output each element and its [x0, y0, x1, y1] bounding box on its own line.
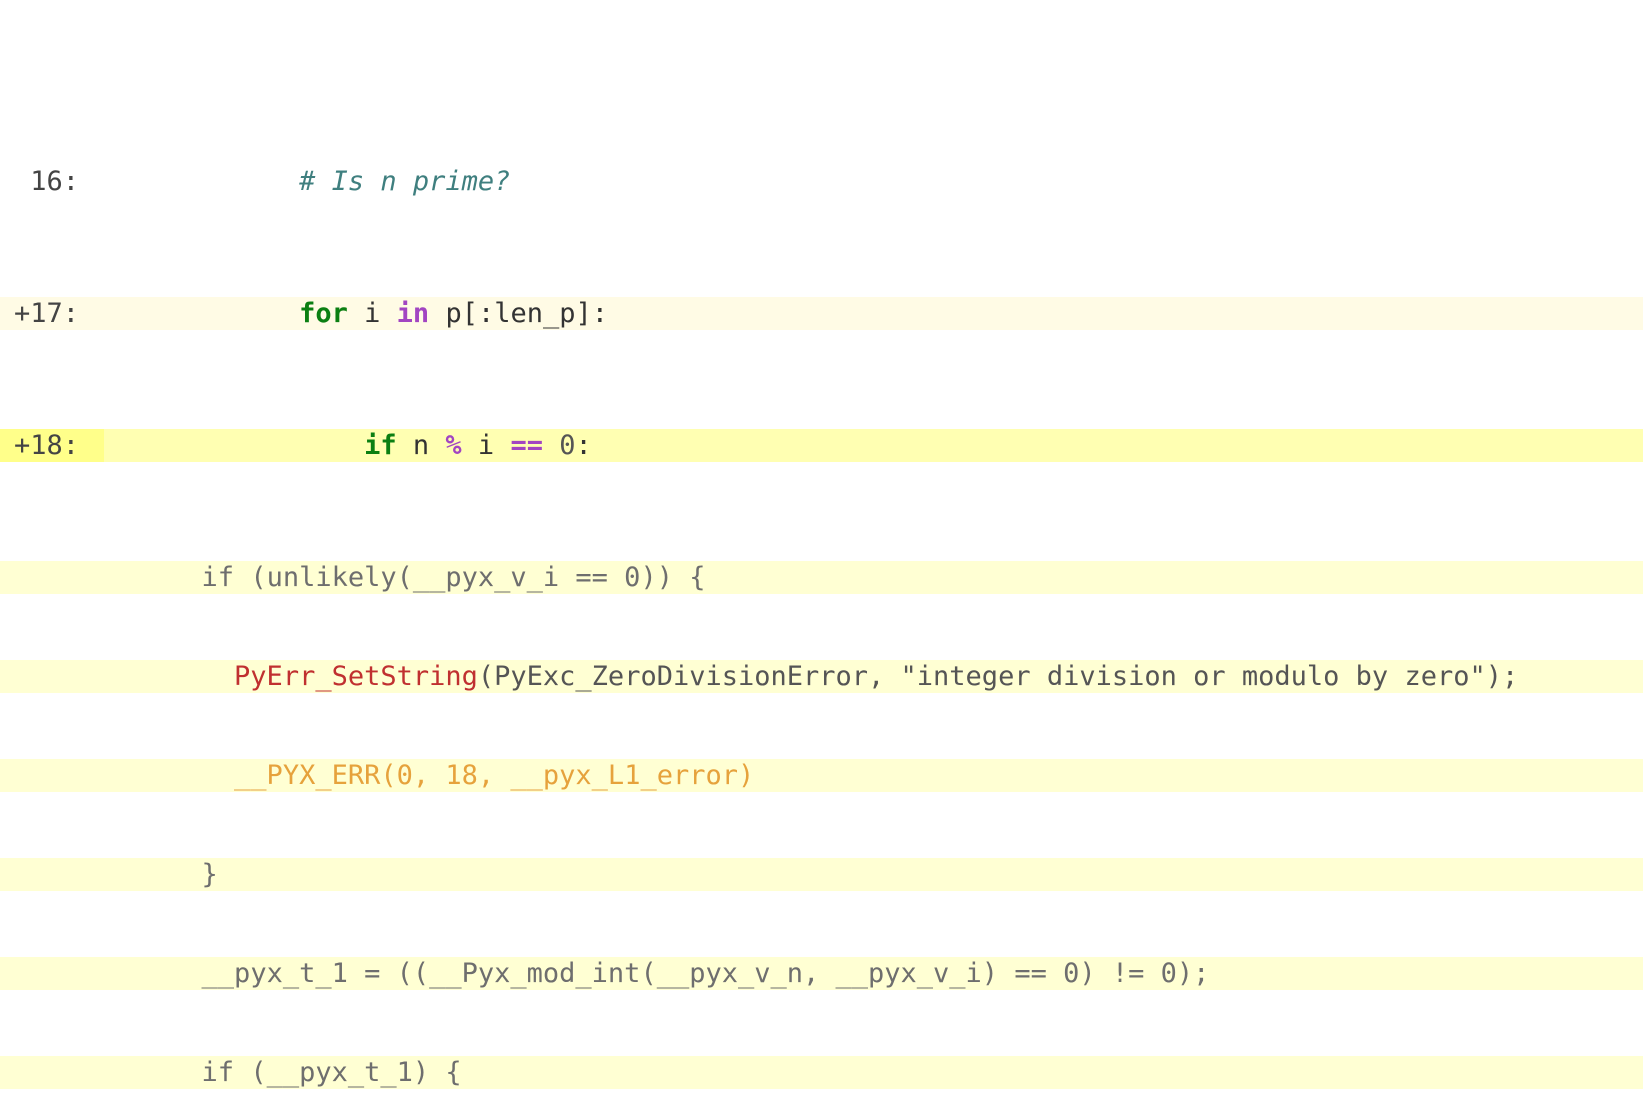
code-content: PyErr_SetString(PyExc_ZeroDivisionError,…	[104, 660, 1643, 693]
generated-c-line: }	[0, 858, 1643, 891]
code-line-18[interactable]: +18: if n % i == 0:	[0, 429, 1643, 462]
line-number: +17:	[0, 297, 104, 330]
operator-eq: ==	[510, 430, 543, 461]
code-content: if n % i == 0:	[104, 429, 1643, 462]
generated-c-line: if (unlikely(__pyx_v_i == 0)) {	[0, 561, 1643, 594]
keyword-for: for	[299, 298, 348, 329]
comment-token: # Is n prime?	[299, 166, 510, 197]
code-content: __pyx_t_1 = ((__Pyx_mod_int(__pyx_v_n, _…	[104, 957, 1643, 990]
keyword-in: in	[397, 298, 430, 329]
code-line-16: 16: # Is n prime?	[0, 165, 1643, 198]
code-content: if (__pyx_t_1) {	[104, 1056, 1643, 1089]
c-macro: __PYX_ERR	[234, 760, 380, 791]
code-content: for i in p[:len_p]:	[104, 297, 1643, 330]
generated-c-line: if (__pyx_t_1) {	[0, 1056, 1643, 1089]
line-number-blank	[0, 660, 104, 693]
c-function-call: PyErr_SetString	[234, 661, 478, 692]
generated-c-line: __PYX_ERR(0, 18, __pyx_L1_error)	[0, 759, 1643, 792]
keyword-if: if	[364, 430, 397, 461]
line-number-blank	[0, 1056, 104, 1089]
code-content: # Is n prime?	[104, 165, 1643, 198]
code-line-17: +17: for i in p[:len_p]:	[0, 297, 1643, 330]
line-number: 16:	[0, 165, 104, 198]
generated-c-line: __pyx_t_1 = ((__Pyx_mod_int(__pyx_v_n, _…	[0, 957, 1643, 990]
line-number-blank	[0, 858, 104, 891]
generated-c-line: PyErr_SetString(PyExc_ZeroDivisionError,…	[0, 660, 1643, 693]
line-number-blank	[0, 759, 104, 792]
line-number-blank	[0, 561, 104, 594]
line-number: +18:	[0, 429, 104, 462]
code-content: __PYX_ERR(0, 18, __pyx_L1_error)	[104, 759, 1643, 792]
code-content: if (unlikely(__pyx_v_i == 0)) {	[104, 561, 1643, 594]
line-number-blank	[0, 957, 104, 990]
operator-mod: %	[445, 430, 461, 461]
code-content: }	[104, 858, 1643, 891]
